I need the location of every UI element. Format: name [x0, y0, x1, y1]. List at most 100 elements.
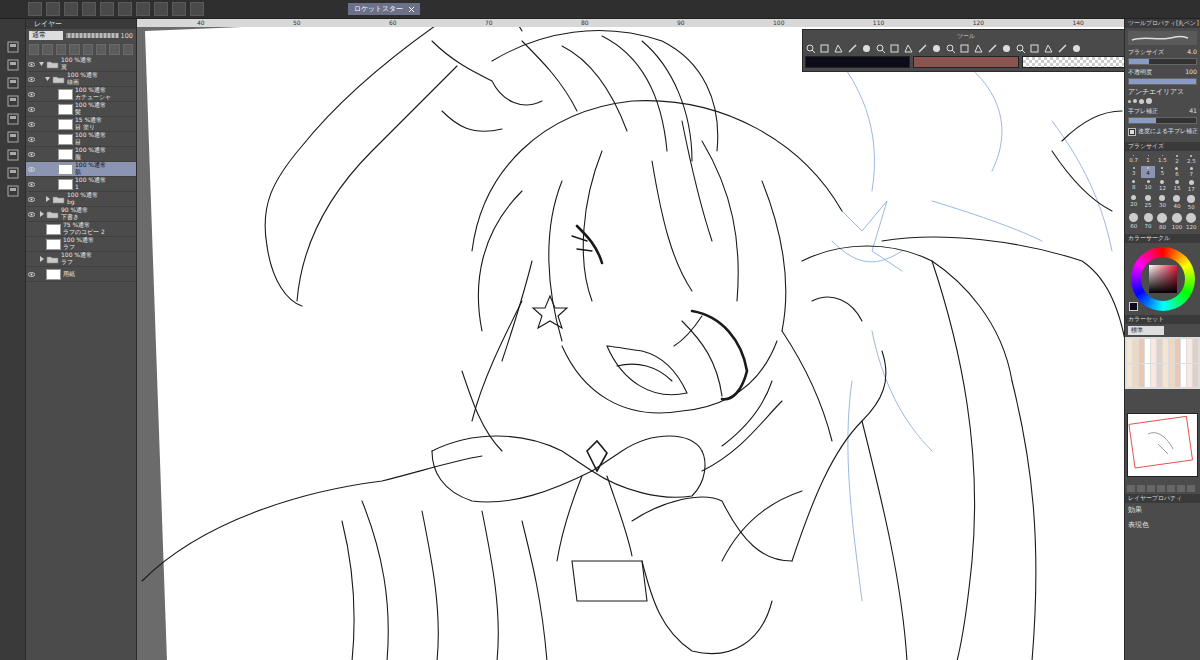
brush-size-label[interactable]: 3 — [1132, 170, 1136, 176]
eye-icon[interactable] — [28, 61, 35, 68]
brush-size-label[interactable]: 12 — [1159, 185, 1166, 191]
color-swatch[interactable] — [1187, 364, 1192, 388]
brush-size-label[interactable]: 50 — [1188, 204, 1195, 210]
color-swatch[interactable] — [1163, 364, 1168, 388]
main-color-swatch[interactable] — [1129, 302, 1138, 311]
layer-row[interactable]: 100 %通常髪 — [26, 102, 136, 117]
color-swatch[interactable] — [1139, 364, 1144, 388]
canvas-tab-label[interactable]: ロケットスター — [354, 4, 403, 14]
toolbar-button[interactable] — [154, 2, 168, 16]
layer-tool-button[interactable] — [42, 44, 52, 55]
color-swatch[interactable] — [1193, 364, 1198, 388]
slider-track[interactable] — [1128, 78, 1197, 85]
toolbar-button[interactable] — [136, 2, 150, 16]
eye-icon[interactable] — [28, 106, 35, 113]
layer-name[interactable]: 用紙 — [63, 271, 75, 278]
eye-icon[interactable] — [28, 211, 35, 218]
layer-row[interactable]: 15 %通常目 塗り — [26, 117, 136, 132]
brush-size-option[interactable]: 25 — [1141, 194, 1154, 211]
layer-name[interactable]: カチューシャ — [75, 94, 111, 101]
transparent-color-bar[interactable] — [1022, 56, 1124, 68]
brush-size-option[interactable]: 1 — [1141, 154, 1154, 165]
layer-name[interactable]: ラフ — [63, 244, 94, 251]
color-swatch[interactable] — [1181, 339, 1186, 363]
layer-tool-button[interactable] — [109, 44, 119, 55]
brush-size-label[interactable]: 80 — [1159, 224, 1166, 230]
eye-icon[interactable] — [28, 91, 35, 98]
layer-row[interactable]: 100 %通常ラフ — [26, 237, 136, 252]
panel-icon[interactable] — [7, 149, 19, 161]
line-art-canvas[interactable] — [137, 27, 1124, 660]
tool-icon[interactable] — [1029, 43, 1040, 54]
tool-icon[interactable] — [945, 43, 956, 54]
color-swatch[interactable] — [1139, 339, 1144, 363]
layer-row[interactable]: 100 %通常翼 — [26, 57, 136, 72]
color-swatch[interactable] — [1193, 339, 1198, 363]
layer-name[interactable]: 下書き — [61, 214, 88, 221]
brush-size-label[interactable]: 40 — [1173, 203, 1180, 209]
sub-color-bar[interactable] — [913, 56, 1018, 68]
layer-row[interactable]: 100 %通常目 — [26, 132, 136, 147]
antialias-options[interactable] — [1128, 98, 1197, 104]
navigator-button[interactable] — [1187, 485, 1195, 492]
layer-row[interactable]: 75 %通常ラフのコピー 2 — [26, 222, 136, 237]
brush-size-label[interactable]: 1 — [1146, 157, 1150, 163]
canvas-tab[interactable]: ロケットスター — [348, 3, 420, 15]
color-swatch[interactable] — [1127, 364, 1132, 388]
toolbar-button[interactable] — [190, 2, 204, 16]
color-swatch[interactable] — [1151, 339, 1156, 363]
slider-row[interactable]: 手ブレ補正41 — [1128, 107, 1197, 124]
layer-row[interactable]: 100 %通常カチューシャ — [26, 87, 136, 102]
brush-size-option[interactable]: 12 — [1156, 179, 1169, 193]
color-swatch[interactable] — [1181, 364, 1186, 388]
brush-size-label[interactable]: 30 — [1159, 202, 1166, 208]
brush-size-option[interactable]: 60 — [1127, 212, 1140, 231]
checkbox-label[interactable]: 速度による手ブレ補正 — [1138, 127, 1198, 136]
tool-icon[interactable] — [819, 43, 830, 54]
panel-icon[interactable] — [7, 113, 19, 125]
slider-row[interactable]: ブラシサイズ4.0 — [1128, 48, 1197, 65]
brush-size-option[interactable]: 70 — [1141, 212, 1154, 231]
tool-icon[interactable] — [917, 43, 928, 54]
brush-size-label[interactable]: 15 — [1173, 185, 1180, 191]
tool-icon[interactable] — [1015, 43, 1026, 54]
tool-icon[interactable] — [861, 43, 872, 54]
toolbar-button[interactable] — [172, 2, 186, 16]
brush-size-label[interactable]: 4 — [1146, 170, 1150, 176]
toolbar-button[interactable] — [100, 2, 114, 16]
brush-size-option[interactable]: 50 — [1185, 194, 1198, 211]
property-value[interactable]: 41 — [1189, 107, 1197, 116]
eye-icon[interactable] — [28, 76, 35, 83]
tool-icon[interactable] — [1001, 43, 1012, 54]
brush-size-option[interactable]: 5 — [1156, 166, 1169, 178]
layer-name[interactable]: 髪 — [75, 109, 106, 116]
brush-size-option[interactable]: 10 — [1141, 179, 1154, 193]
panel-icon[interactable] — [7, 59, 19, 71]
layer-row[interactable]: 100 %通常ラフ — [26, 252, 136, 267]
close-icon[interactable] — [409, 7, 414, 12]
saturation-square[interactable] — [1149, 265, 1177, 293]
brush-size-option[interactable]: 2 — [1170, 154, 1183, 165]
brush-size-option[interactable]: 30 — [1156, 194, 1169, 211]
navigator-button[interactable] — [1167, 485, 1175, 492]
slider-track[interactable] — [1128, 117, 1197, 124]
layer-row[interactable]: 用紙 — [26, 267, 136, 282]
color-swatch[interactable] — [1175, 339, 1180, 363]
panel-icon[interactable] — [7, 167, 19, 179]
expand-arrow-icon[interactable] — [45, 196, 50, 202]
layer-row[interactable]: 100 %通常1 — [26, 177, 136, 192]
brush-size-option[interactable]: 40 — [1170, 194, 1183, 211]
layer-tool-button[interactable] — [123, 44, 133, 55]
opacity-control[interactable]: 100 — [66, 32, 133, 40]
color-swatch[interactable] — [1163, 339, 1168, 363]
opacity-value[interactable]: 100 — [121, 32, 133, 40]
slider-track[interactable] — [1128, 58, 1197, 65]
brush-size-option[interactable]: 17 — [1185, 179, 1198, 193]
eye-icon[interactable] — [28, 271, 35, 278]
tool-icon[interactable] — [1043, 43, 1054, 54]
tool-icon[interactable] — [889, 43, 900, 54]
eye-icon[interactable] — [28, 241, 35, 248]
brush-size-option[interactable]: 120 — [1185, 212, 1198, 231]
navigator-button[interactable] — [1127, 485, 1135, 492]
brush-size-label[interactable]: 6 — [1175, 171, 1179, 177]
